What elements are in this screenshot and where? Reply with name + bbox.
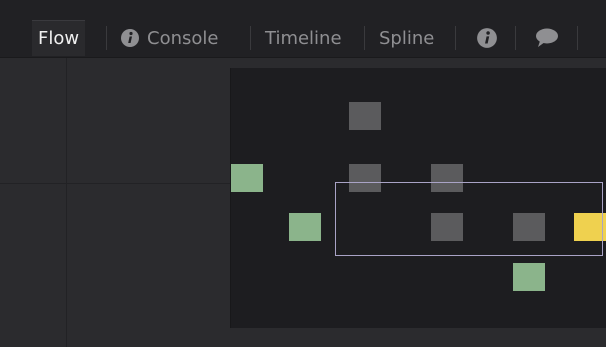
info-icon [476,27,498,49]
tab-separator [106,26,107,50]
tab-separator [364,26,365,50]
grid-line [66,58,67,347]
node-tile[interactable] [289,213,321,241]
tab-separator [515,26,516,50]
tab-spline[interactable]: Spline [373,20,440,56]
flow-navigator[interactable] [230,68,606,328]
flow-canvas[interactable] [0,58,606,347]
tab-console[interactable]: Console [114,20,224,56]
tab-separator [577,26,578,50]
tab-bar: Flow Console Timeline Spline [0,0,606,58]
tab-info[interactable] [470,20,511,56]
speech-bubble-icon [534,27,560,49]
viewport-rectangle[interactable] [335,182,603,256]
node-tile[interactable] [349,102,381,130]
tab-flow[interactable]: Flow [32,20,86,56]
tab-separator [250,26,251,50]
tab-separator [455,26,456,50]
tab-timeline-label: Timeline [265,27,342,49]
tab-comments[interactable] [528,20,573,56]
grid-line [0,183,230,184]
node-tile[interactable] [513,263,545,291]
info-icon [120,28,140,48]
tab-flow-label: Flow [38,28,80,49]
fusion-flow-window: Flow Console Timeline Spline [0,0,606,347]
tab-spline-label: Spline [379,27,435,49]
tab-timeline[interactable]: Timeline [259,20,348,56]
node-tile[interactable] [231,164,263,192]
tab-console-label: Console [147,27,219,49]
